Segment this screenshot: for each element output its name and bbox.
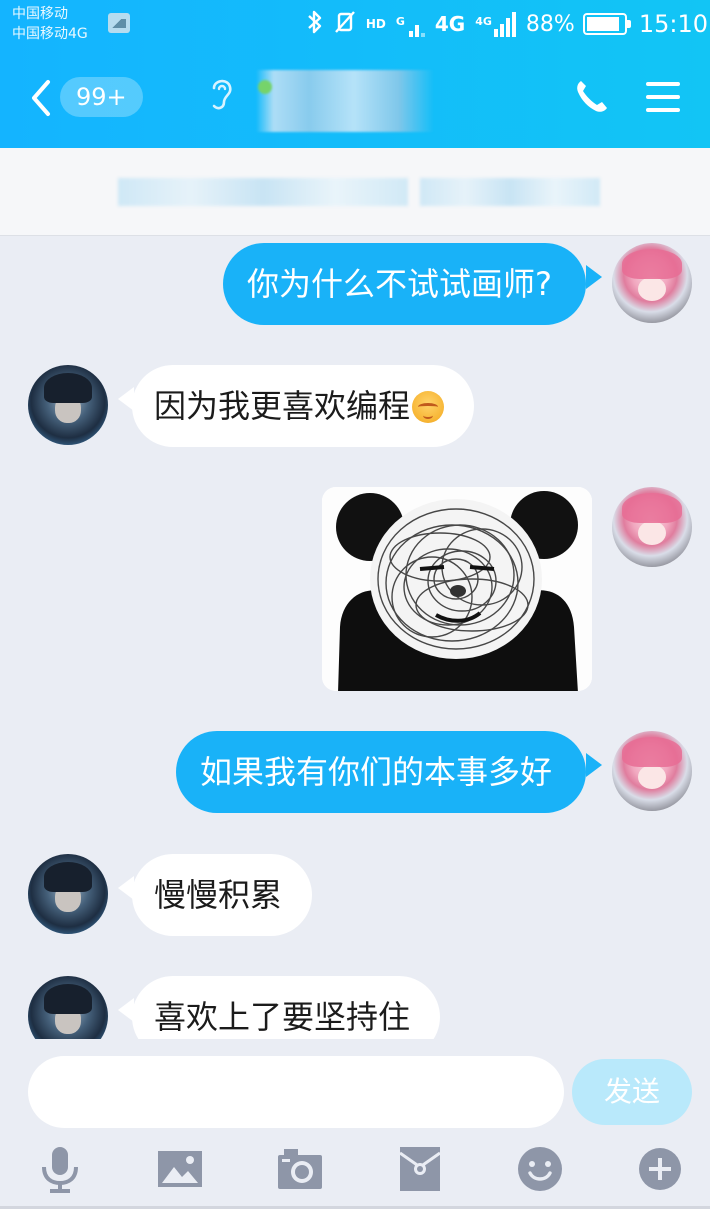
bubble-tail bbox=[586, 265, 602, 289]
clock: 15:10 bbox=[638, 10, 708, 38]
bubble-tail bbox=[118, 387, 134, 411]
blurred-notice-text bbox=[420, 178, 600, 206]
input-toolbar bbox=[0, 1139, 710, 1199]
message-bubble[interactable]: 喜欢上了要坚持住 bbox=[132, 976, 441, 1039]
signal-2-icon bbox=[493, 11, 516, 37]
blurred-notice-text bbox=[118, 178, 408, 206]
menu-button[interactable] bbox=[646, 82, 680, 121]
title-bar: 99+ bbox=[0, 48, 710, 148]
chevron-left-icon bbox=[32, 80, 50, 116]
message-bubble[interactable]: 如果我有你们的本事多好 bbox=[175, 731, 586, 813]
unread-badge[interactable]: 99+ bbox=[60, 77, 143, 117]
header: 中国移动 中国移动4G HD G 4G 4G 88% 15:10 99+ bbox=[0, 0, 710, 148]
message-text: 如果我有你们的本事多好 bbox=[199, 753, 552, 791]
status-icons: HD G 4G 4G 88% 15:10 bbox=[306, 6, 710, 42]
contact-name[interactable] bbox=[256, 70, 434, 132]
emoji-icon[interactable] bbox=[516, 1145, 564, 1193]
earpiece-mode-icon[interactable] bbox=[206, 74, 236, 118]
phone-icon bbox=[577, 81, 607, 112]
vibrate-mute-icon bbox=[334, 10, 356, 38]
my-avatar[interactable] bbox=[612, 243, 692, 323]
blushing-emoji-icon bbox=[412, 391, 445, 423]
back-button[interactable] bbox=[28, 78, 58, 118]
send-button[interactable]: 发送 bbox=[572, 1059, 692, 1125]
my-avatar[interactable] bbox=[612, 731, 692, 811]
carrier-1: 中国移动 bbox=[12, 6, 68, 22]
battery-percent: 88% bbox=[525, 11, 575, 37]
pinned-notice-bar[interactable] bbox=[0, 148, 710, 236]
red-packet-icon[interactable] bbox=[396, 1145, 444, 1193]
signal-2-label: 4G bbox=[475, 15, 492, 34]
carrier-info: 中国移动 中国移动4G bbox=[12, 4, 88, 44]
carrier-2: 中国移动4G bbox=[12, 26, 88, 42]
battery-icon bbox=[582, 13, 631, 35]
message-bubble[interactable]: 你为什么不试试画师? bbox=[223, 243, 586, 325]
message-bubble[interactable]: 慢慢积累 bbox=[132, 854, 313, 936]
message-text: 你为什么不试试画师? bbox=[247, 265, 552, 303]
panda-face-sticker-icon[interactable] bbox=[322, 487, 592, 691]
contact-avatar[interactable] bbox=[28, 365, 108, 445]
menu-icon-line bbox=[646, 108, 680, 112]
message-text: 喜欢上了要坚持住 bbox=[154, 998, 411, 1036]
bluetooth-icon bbox=[306, 9, 324, 39]
message-text: 慢慢积累 bbox=[154, 876, 283, 914]
message-text: 因为我更喜欢编程 bbox=[154, 387, 411, 425]
phone-button[interactable] bbox=[574, 78, 610, 118]
message-bubble[interactable]: 因为我更喜欢编程 bbox=[132, 365, 475, 447]
gallery-notification-icon bbox=[108, 13, 130, 33]
chat-area[interactable]: 你为什么不试试画师? 因为我更喜欢编程 如果我有你们的本事多好 慢慢积累 喜欢上… bbox=[0, 237, 710, 1039]
signal-1-label: G bbox=[396, 15, 405, 34]
bubble-tail bbox=[118, 876, 134, 900]
camera-icon[interactable] bbox=[276, 1145, 324, 1193]
menu-icon-line bbox=[646, 82, 680, 86]
bubble-tail bbox=[586, 753, 602, 777]
input-panel: 发送 bbox=[0, 1039, 710, 1209]
my-avatar[interactable] bbox=[612, 487, 692, 567]
menu-icon-line bbox=[646, 95, 680, 99]
bubble-tail bbox=[118, 998, 134, 1022]
contact-avatar[interactable] bbox=[28, 976, 108, 1039]
signal-1-type: G bbox=[395, 14, 405, 28]
message-input[interactable] bbox=[28, 1056, 564, 1128]
image-icon[interactable] bbox=[156, 1145, 204, 1193]
status-bar: 中国移动 中国移动4G HD G 4G 4G 88% 15:10 bbox=[0, 0, 710, 48]
battery-fill bbox=[586, 17, 619, 31]
signal-1-icon bbox=[408, 11, 425, 37]
signal-2-type: 4G bbox=[475, 14, 492, 28]
hd-indicator: HD bbox=[365, 17, 386, 31]
contact-avatar[interactable] bbox=[28, 854, 108, 934]
plus-icon[interactable] bbox=[636, 1145, 684, 1193]
microphone-icon[interactable] bbox=[36, 1145, 84, 1193]
network-type: 4G bbox=[434, 12, 466, 36]
